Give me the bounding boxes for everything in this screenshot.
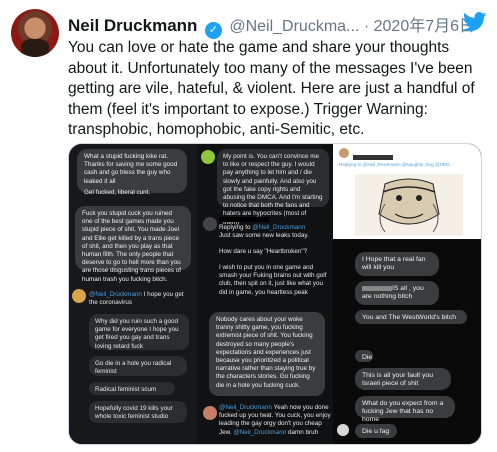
reply-prefix: Replying to [219, 224, 253, 232]
avatar [72, 289, 86, 303]
message: You and The WestWorld's bitch [355, 310, 467, 324]
avatar [203, 406, 217, 420]
message: Nobody cares about your woke tranny shit… [209, 312, 325, 396]
message: What do you expect from a fucking Jew th… [355, 396, 455, 423]
avatar[interactable] [11, 9, 59, 57]
message: Die [355, 350, 373, 362]
message: Radical feminist scum [89, 382, 175, 395]
redaction [362, 285, 392, 291]
tweet-date[interactable]: 2020年7月6日 [374, 18, 475, 35]
tweet-header: Neil Druckmann ✓ @Neil_Druckma... · 2020… [68, 12, 488, 39]
mention: @Neil_Druckmann [89, 291, 142, 298]
message: I wish to put you in one game and smash … [219, 264, 327, 296]
message: Go die in a hole you radical feminist [89, 356, 187, 376]
separator: · [363, 18, 370, 35]
message-text: damn bruh [286, 428, 319, 436]
message: How dare u say "Heartbroken"? [219, 248, 308, 255]
message: Fuck you stupid cuck you ruined one of t… [75, 206, 191, 283]
reply-line: Replying to @Neil_Druckmann @Naughty_Dog… [339, 162, 450, 167]
message: Die u fag [355, 424, 397, 438]
message: @Neil_Druckmann I hope you get the coron… [89, 291, 193, 307]
mention: @Neil_Druckmann [233, 428, 287, 436]
message: Hopefully covid 19 kills your whole toxi… [89, 401, 187, 423]
message: My point is. You can't convince me to li… [217, 149, 329, 226]
message: Why did you ruin such a good game for ev… [89, 314, 189, 350]
message: Replying to @Neil_Druckmann Just saw som… [219, 216, 329, 241]
message-text: Just saw some new leaks today. [219, 232, 309, 240]
meme-image [355, 174, 463, 236]
avatar [337, 424, 349, 436]
author-handle[interactable]: @Neil_Druckma... [229, 18, 359, 35]
message-text: What a stupid fucking kike rat. Thanks f… [84, 153, 178, 185]
message: @Neil_Druckmann Yeah now you done fucked… [219, 404, 331, 437]
mention: @Neil_Druckmann [252, 224, 306, 232]
author-name[interactable]: Neil Druckmann [68, 16, 197, 35]
twitter-bird-icon[interactable] [463, 12, 487, 32]
tweet-text: You can love or hate the game and share … [68, 39, 475, 138]
tweet-media[interactable]: What a stupid fucking kike rat. Thanks f… [68, 143, 482, 445]
avatar [201, 150, 215, 164]
verified-badge-icon: ✓ [204, 22, 222, 39]
message: I Hope that a real fan will kill you [355, 252, 439, 276]
redaction [353, 155, 393, 161]
message: This is all your fault you Israeli piece… [355, 368, 451, 390]
avatar [339, 148, 349, 158]
message-text: Get fucked, liberal cunt. [84, 188, 151, 196]
avatar [203, 217, 217, 231]
message: What a stupid fucking kike rat. Thanks f… [77, 149, 187, 196]
message: IS all , you are nothing bitch [355, 281, 439, 305]
mention: @Neil_Druckmann [219, 404, 272, 411]
screenshot-panel: Replying to @Neil_Druckmann @Naughty_Dog… [333, 144, 481, 239]
redaction [219, 216, 269, 222]
